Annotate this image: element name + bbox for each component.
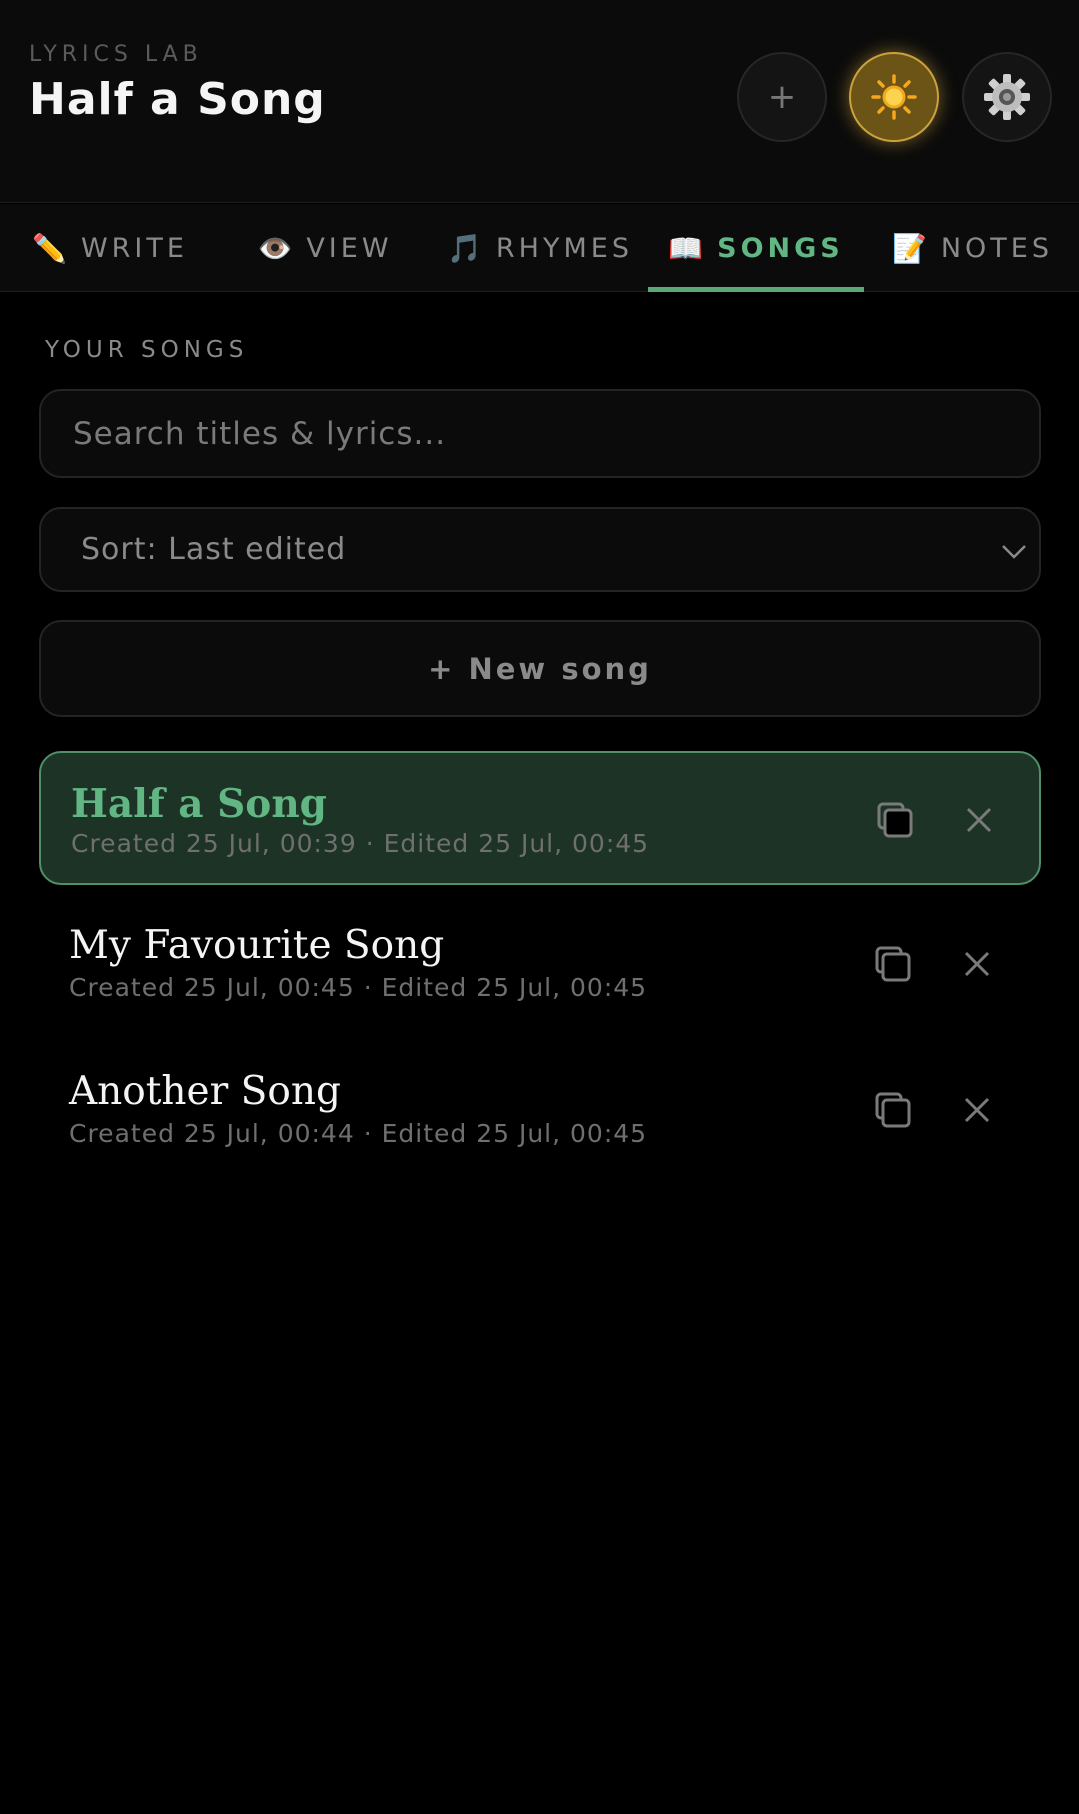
copy-icon: [875, 946, 911, 982]
song-item[interactable]: Another Song Created 25 Jul, 00:44 · Edi…: [39, 1043, 1041, 1177]
new-song-button[interactable]: + New song: [39, 620, 1041, 717]
close-icon: [964, 1097, 990, 1123]
copy-icon: [877, 802, 913, 838]
tab-label: VIEW: [306, 232, 393, 264]
section-label: YOUR SONGS: [45, 337, 249, 363]
tab-label: WRITE: [80, 232, 188, 264]
music-note-icon: 🎵: [447, 231, 482, 265]
page-title: Half a Song: [29, 74, 326, 125]
song-meta: Created 25 Jul, 00:45 · Edited 25 Jul, 0…: [69, 973, 648, 1002]
tab-view[interactable]: 👁️ VIEW: [245, 204, 405, 292]
delete-button[interactable]: [956, 797, 1002, 843]
book-icon: 📖: [668, 231, 704, 265]
app-label: LYRICS LAB: [29, 42, 203, 67]
delete-button[interactable]: [954, 1087, 1000, 1133]
sun-icon: [871, 74, 917, 120]
tab-rhymes[interactable]: 🎵 RHYMES: [440, 204, 640, 292]
song-meta: Created 25 Jul, 00:39 · Edited 25 Jul, 0…: [71, 829, 650, 858]
sort-value: Sort: Last edited: [81, 532, 347, 567]
pencil-icon: ✏️: [32, 231, 67, 265]
song-item-active[interactable]: Half a Song Created 25 Jul, 00:39 · Edit…: [39, 751, 1041, 885]
tab-label: SONGS: [717, 232, 844, 264]
memo-icon: 📝: [891, 231, 927, 265]
app-header: LYRICS LAB Half a Song +: [0, 0, 1079, 203]
tab-write[interactable]: ✏️ WRITE: [20, 204, 200, 292]
eye-icon: 👁️: [257, 231, 293, 265]
copy-icon: [875, 1092, 911, 1128]
close-icon: [966, 807, 992, 833]
settings-button[interactable]: [962, 52, 1052, 142]
plus-icon: +: [767, 77, 797, 117]
tab-notes[interactable]: 📝 NOTES: [885, 204, 1060, 292]
duplicate-button[interactable]: [870, 941, 916, 987]
tab-label: RHYMES: [495, 232, 633, 264]
song-meta: Created 25 Jul, 00:44 · Edited 25 Jul, 0…: [69, 1119, 648, 1148]
close-icon: [964, 951, 990, 977]
song-title: Half a Song: [71, 781, 327, 827]
delete-button[interactable]: [954, 941, 1000, 987]
song-title: My Favourite Song: [69, 923, 445, 968]
duplicate-button[interactable]: [870, 1087, 916, 1133]
duplicate-button[interactable]: [872, 797, 918, 843]
tab-bar: ✏️ WRITE 👁️ VIEW 🎵 RHYMES 📖 SONGS 📝 NOTE…: [0, 204, 1079, 292]
search-field: [39, 389, 1041, 478]
gear-icon: [984, 74, 1030, 120]
tab-songs[interactable]: 📖 SONGS: [648, 204, 864, 292]
theme-toggle-button[interactable]: [849, 52, 939, 142]
song-title: Another Song: [69, 1069, 341, 1114]
chevron-down-icon: [1002, 545, 1026, 559]
search-input[interactable]: [41, 391, 1039, 476]
song-item[interactable]: My Favourite Song Created 25 Jul, 00:45 …: [39, 897, 1041, 1031]
tab-label: NOTES: [940, 232, 1053, 264]
add-button[interactable]: +: [737, 52, 827, 142]
sort-select[interactable]: Sort: Last edited: [39, 507, 1041, 592]
